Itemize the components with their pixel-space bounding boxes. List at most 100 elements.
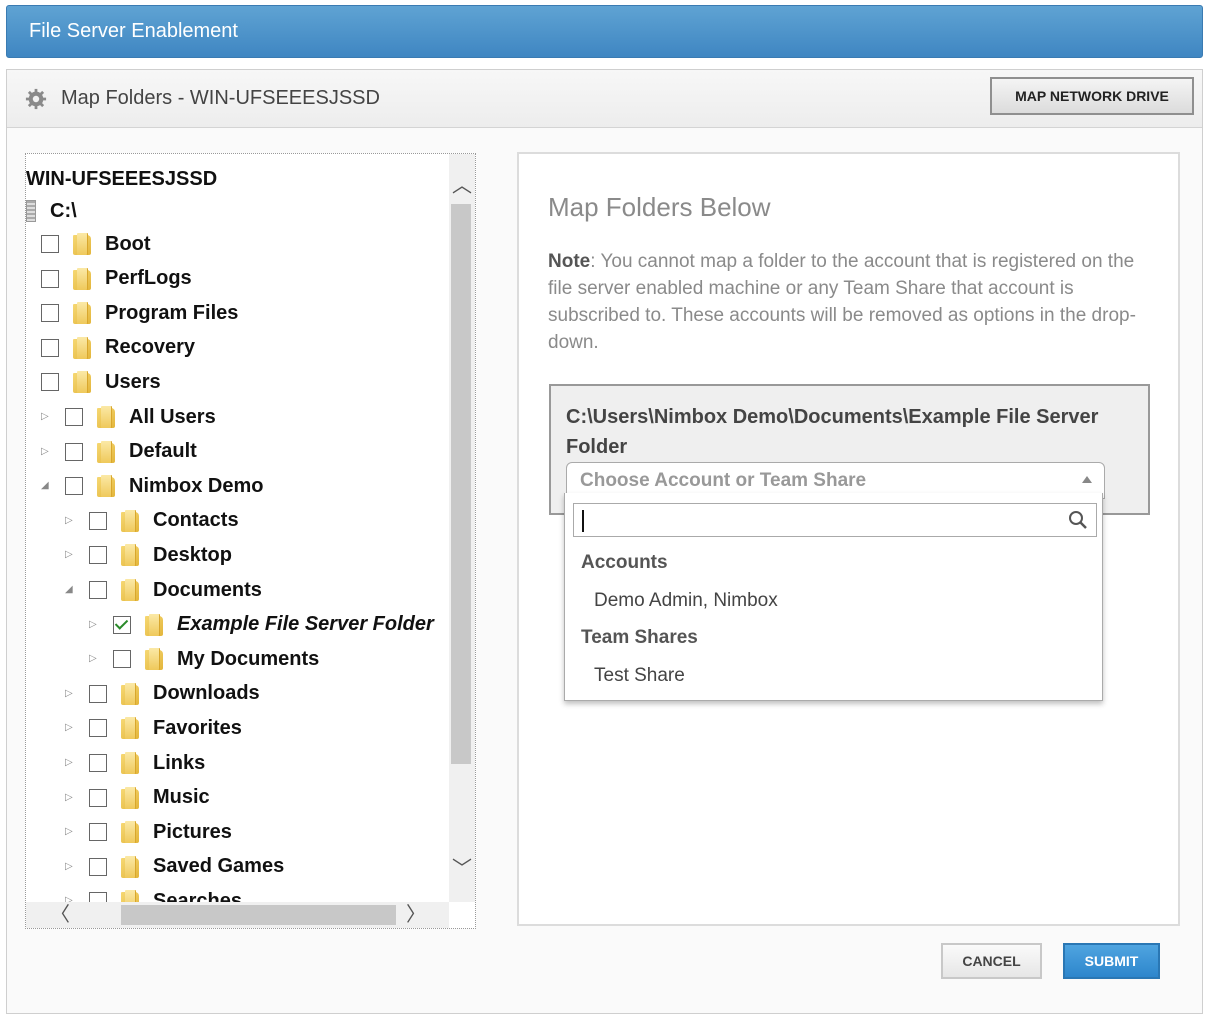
folder-icon [73, 267, 91, 290]
collapsed-arrow-icon[interactable]: ▷ [65, 688, 75, 699]
tree-checkbox[interactable] [89, 892, 107, 902]
submit-button[interactable]: SUBMIT [1063, 943, 1160, 979]
tree-checkbox[interactable] [113, 615, 131, 634]
folder-icon [121, 752, 139, 774]
tree-checkbox[interactable] [89, 581, 107, 599]
note-text: Note: You cannot map a folder to the acc… [548, 248, 1148, 356]
collapsed-arrow-icon[interactable]: ▷ [89, 619, 99, 630]
collapsed-arrow-icon[interactable]: ▷ [65, 515, 75, 526]
tree-checkbox[interactable] [89, 857, 107, 876]
tree-node-label: My Documents [177, 647, 320, 670]
tree-node[interactable]: Users [41, 367, 161, 397]
map-network-drive-button[interactable]: MAP NETWORK DRIVE [990, 77, 1194, 115]
tree-node[interactable]: Links [89, 748, 205, 778]
tree-node[interactable]: PerfLogs [41, 264, 192, 294]
tree-checkbox[interactable] [113, 650, 131, 669]
tree-node-label: Nimbox Demo [129, 474, 264, 497]
tree-checkbox[interactable] [89, 788, 107, 807]
tree-checkbox[interactable] [89, 719, 107, 738]
tree-node[interactable]: Favorites [89, 713, 242, 743]
cancel-button[interactable]: CANCEL [941, 943, 1042, 979]
tree-checkbox[interactable] [89, 546, 107, 565]
scroll-down-icon[interactable]: ﹀ [452, 859, 472, 879]
tree-node[interactable]: Downloads [89, 679, 260, 709]
tree-node-label: Recovery [105, 336, 196, 359]
expanded-arrow-icon[interactable]: ◢ [41, 481, 51, 491]
collapsed-arrow-icon[interactable]: ▷ [41, 446, 51, 457]
tree-node-label: All Users [129, 405, 216, 428]
tree-checkbox[interactable] [89, 823, 107, 842]
collapsed-arrow-icon[interactable]: ▷ [65, 723, 75, 733]
tree-node[interactable]: Example File Server Folder [113, 610, 434, 640]
drive-icon [26, 200, 36, 222]
tree-checkbox[interactable] [89, 684, 107, 703]
tree-drive-label: C:\ [50, 199, 77, 222]
folder-icon [121, 821, 139, 844]
tree-node[interactable]: Program Files [41, 298, 238, 328]
option-test-share[interactable]: Test Share [594, 665, 685, 687]
tree-node[interactable]: Pictures [89, 817, 232, 847]
horizontal-scroll-thumb[interactable] [121, 905, 396, 925]
folder-icon [73, 302, 91, 325]
folder-icon [73, 233, 91, 255]
tree-node[interactable]: Default [65, 437, 197, 467]
tree-checkbox[interactable] [89, 511, 107, 530]
tree-checkbox[interactable] [41, 338, 59, 357]
tree-node[interactable]: Music [89, 783, 210, 813]
tree-node[interactable]: My Documents [113, 644, 319, 674]
tree-node[interactable]: Nimbox Demo [65, 471, 263, 501]
tree-node[interactable]: Documents [89, 575, 262, 605]
search-icon [1069, 511, 1087, 529]
tree-checkbox[interactable] [89, 754, 107, 772]
tree-node-label: Default [129, 440, 197, 463]
collapsed-arrow-icon[interactable]: ▷ [65, 792, 75, 803]
tree-node-label: Boot [105, 232, 151, 255]
dropdown-search-input[interactable] [573, 503, 1097, 537]
tree-drive[interactable]: C:\ [26, 196, 77, 226]
folder-icon [97, 475, 115, 498]
tree-node[interactable]: Desktop [89, 540, 232, 570]
collapsed-arrow-icon[interactable]: ▷ [89, 654, 99, 664]
vertical-scrollbar[interactable]: ︿ ﹀ [449, 154, 475, 902]
tree-root: WIN-UFSEEESJSSD [26, 164, 217, 194]
option-demo-admin[interactable]: Demo Admin, Nimbox [594, 590, 778, 612]
folder-icon [97, 406, 115, 428]
tree-checkbox[interactable] [41, 269, 59, 288]
collapsed-arrow-icon[interactable]: ▷ [65, 550, 75, 560]
group-team-shares: Team Shares [581, 627, 698, 648]
tree-node-label: Music [153, 786, 210, 809]
scroll-right-icon[interactable]: 〉 [406, 905, 426, 925]
tree-checkbox[interactable] [41, 235, 59, 253]
tree-checkbox[interactable] [65, 442, 83, 461]
tree-node[interactable]: Recovery [41, 333, 195, 363]
scroll-up-icon[interactable]: ︿ [452, 176, 472, 196]
folder-icon [73, 336, 91, 359]
expanded-arrow-icon[interactable]: ◢ [65, 585, 75, 595]
tree-root-label: WIN-UFSEEESJSSD [26, 167, 218, 190]
collapsed-arrow-icon[interactable]: ▷ [65, 827, 75, 837]
tree-node-label: Favorites [153, 716, 242, 739]
collapsed-arrow-icon[interactable]: ▷ [65, 758, 75, 768]
tree-checkbox[interactable] [65, 408, 83, 426]
tree-node[interactable]: Contacts [89, 506, 239, 536]
tree-node[interactable]: Boot [41, 229, 151, 259]
folder-tree[interactable]: WIN-UFSEEESJSSD C:\ Boot PerfLogs Program … [25, 153, 476, 929]
section-heading: Map Folders Below [548, 192, 771, 222]
tree-node[interactable]: All Users [65, 402, 216, 432]
tree-node-label: PerfLogs [105, 267, 192, 290]
tree-checkbox[interactable] [65, 477, 83, 496]
tree-checkbox[interactable] [41, 304, 59, 323]
collapsed-arrow-icon[interactable]: ▷ [65, 861, 75, 872]
scroll-left-icon[interactable]: 〈 [50, 905, 70, 925]
tree-checkbox[interactable] [41, 373, 59, 392]
vertical-scroll-thumb[interactable] [451, 204, 471, 764]
tree-node[interactable]: Saved Games [89, 852, 284, 882]
folder-icon [121, 890, 139, 902]
folder-icon [121, 509, 139, 532]
tree-node-label: Pictures [153, 820, 232, 843]
chevron-up-icon [1082, 476, 1092, 483]
collapsed-arrow-icon[interactable]: ▷ [41, 412, 51, 422]
horizontal-scrollbar[interactable]: 〈 〉 [26, 902, 449, 928]
tree-node-label: Searches [153, 889, 242, 902]
tree-node[interactable]: Searches [89, 886, 242, 902]
